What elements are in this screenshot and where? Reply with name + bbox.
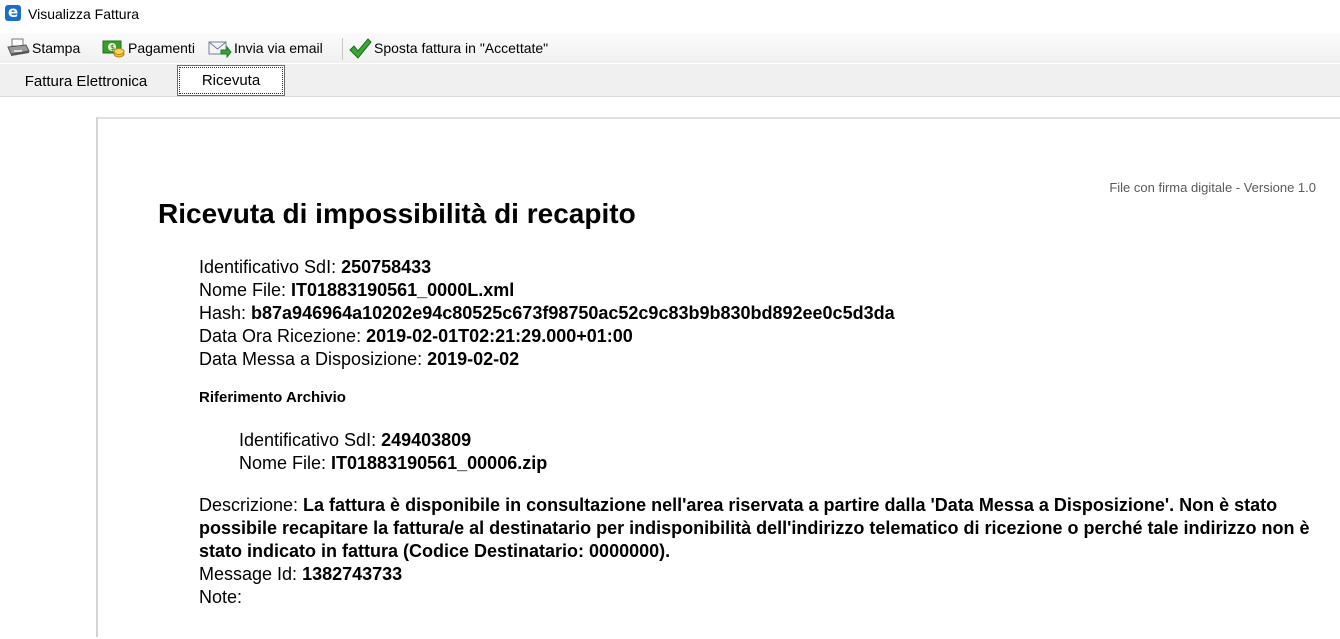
checkmark-icon [348, 38, 372, 59]
receipt-document: File con firma digitale - Versione 1.0 R… [98, 119, 1340, 639]
tab-fattura-elettronica[interactable]: Fattura Elettronica [5, 66, 167, 96]
toolbar: Stampa $ Pagamenti Invia via email Spost… [0, 33, 1340, 63]
field-value: 2019-02-01T02:21:29.000+01:00 [366, 326, 633, 346]
field-label: Descrizione: [199, 495, 304, 515]
field-hash: Hash: b87a946964a10202e94c80525c673f9875… [199, 302, 895, 325]
field-value: La fattura è disponibile in consultazion… [199, 495, 1310, 561]
receipt-title: Ricevuta di impossibilità di recapito [158, 198, 636, 229]
stampa-label: Stampa [32, 40, 81, 56]
invia-email-label: Invia via email [234, 40, 323, 56]
app-icon [5, 3, 21, 21]
field-identificativo: Identificativo SdI: 250758433 [199, 256, 895, 279]
document-viewport[interactable]: File con firma digitale - Versione 1.0 R… [0, 97, 1340, 639]
field-label: Data Messa a Disposizione: [199, 349, 428, 369]
archivio-identificativo: Identificativo SdI: 249403809 [239, 429, 547, 452]
tab-ricevuta[interactable]: Ricevuta [177, 65, 285, 96]
pagamenti-button[interactable]: $ Pagamenti [102, 35, 195, 61]
archivio-fields: Identificativo SdI: 249403809 Nome File:… [239, 429, 547, 475]
sposta-accettate-button[interactable]: Sposta fattura in "Accettate" [348, 35, 548, 61]
field-label: Identificativo SdI: [239, 430, 382, 450]
version-note: File con firma digitale - Versione 1.0 [1109, 180, 1316, 195]
printer-icon [6, 38, 30, 58]
pagamenti-label: Pagamenti [128, 40, 195, 56]
invia-email-button[interactable]: Invia via email [208, 35, 323, 61]
field-label: Note: [199, 587, 243, 607]
field-value: b87a946964a10202e94c80525c673f98750ac52c… [251, 303, 895, 323]
field-nome-file: Nome File: IT01883190561_0000L.xml [199, 279, 895, 302]
window-title: Visualizza Fattura [28, 6, 140, 22]
receipt-fields: Identificativo SdI: 250758433 Nome File:… [199, 256, 895, 371]
field-note: Note: [199, 586, 1319, 609]
toolbar-separator [342, 38, 343, 60]
field-value: 1382743733 [302, 564, 403, 584]
field-value: 2019-02-02 [427, 349, 520, 369]
field-descrizione: Descrizione: La fattura è disponibile in… [199, 494, 1319, 563]
sposta-accettate-label: Sposta fattura in "Accettate" [374, 40, 549, 56]
tab-bar: Fattura Elettronica Ricevuta [0, 64, 1340, 97]
field-value: 249403809 [381, 430, 472, 450]
stampa-button[interactable]: Stampa [6, 35, 80, 61]
section-riferimento-archivio: Riferimento Archivio [199, 389, 346, 406]
field-label: Identificativo SdI: [199, 257, 342, 277]
title-bar: Visualizza Fattura [0, 0, 1340, 30]
field-data-ricezione: Data Ora Ricezione: 2019-02-01T02:21:29.… [199, 325, 895, 348]
field-label: Nome File: [199, 280, 292, 300]
field-value: IT01883190561_00006.zip [331, 453, 548, 473]
description-block: Descrizione: La fattura è disponibile in… [199, 494, 1319, 609]
field-label: Hash: [199, 303, 252, 323]
field-label: Data Ora Ricezione: [199, 326, 367, 346]
field-message-id: Message Id: 1382743733 [199, 563, 1319, 586]
money-icon: $ [102, 38, 125, 58]
field-label: Message Id: [199, 564, 303, 584]
field-value: 250758433 [341, 257, 432, 277]
archivio-nome-file: Nome File: IT01883190561_00006.zip [239, 452, 547, 475]
field-label: Nome File: [239, 453, 332, 473]
field-data-disposizione: Data Messa a Disposizione: 2019-02-02 [199, 348, 895, 371]
field-value: IT01883190561_0000L.xml [291, 280, 515, 300]
email-send-icon [208, 38, 232, 59]
